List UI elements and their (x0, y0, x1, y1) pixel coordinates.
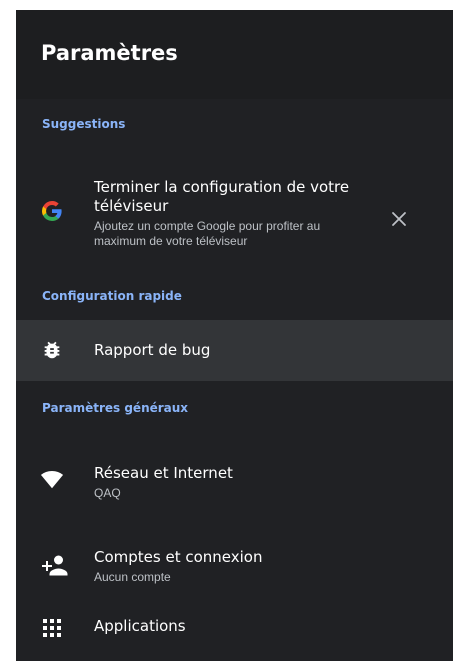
list-item-applications[interactable]: Applications (16, 606, 453, 661)
accounts-label: Comptes et connexion (94, 548, 263, 566)
accounts-text: Comptes et connexion Aucun compte (94, 548, 263, 585)
settings-header: Paramètres (16, 10, 453, 99)
add-account-icon (40, 553, 68, 577)
suggestion-card[interactable]: Terminer la configuration de votre télév… (16, 156, 453, 286)
network-text: Réseau et Internet QAQ (94, 464, 233, 501)
applications-text: Applications (94, 617, 186, 636)
section-label-suggestions: Suggestions (42, 117, 126, 131)
applications-label: Applications (94, 617, 186, 635)
list-item-accounts[interactable]: Comptes et connexion Aucun compte (16, 525, 453, 605)
suggestion-title: Terminer la configuration de votre télév… (94, 178, 350, 215)
close-icon (392, 212, 406, 226)
network-label: Réseau et Internet (94, 464, 233, 482)
section-label-quick-setup: Configuration rapide (42, 289, 182, 303)
dismiss-button[interactable] (388, 208, 410, 230)
list-item-network[interactable]: Réseau et Internet QAQ (16, 438, 453, 518)
suggestion-text: Terminer la configuration de votre télév… (94, 178, 374, 249)
apps-grid-icon (40, 616, 64, 640)
wifi-icon (40, 468, 64, 492)
list-item-bug-report[interactable]: Rapport de bug (16, 320, 453, 381)
settings-panel: Paramètres Suggestions Terminer la confi… (16, 10, 453, 661)
network-subtitle: QAQ (94, 486, 121, 500)
accounts-subtitle: Aucun compte (94, 570, 171, 584)
google-icon (40, 199, 64, 223)
suggestion-subtitle: Ajoutez un compte Google pour profiter a… (94, 219, 321, 248)
bug-icon (40, 338, 64, 362)
page-title: Paramètres (41, 40, 178, 65)
bug-report-label: Rapport de bug (94, 341, 211, 359)
section-label-general: Paramètres généraux (42, 401, 189, 415)
bug-report-text: Rapport de bug (94, 341, 210, 360)
